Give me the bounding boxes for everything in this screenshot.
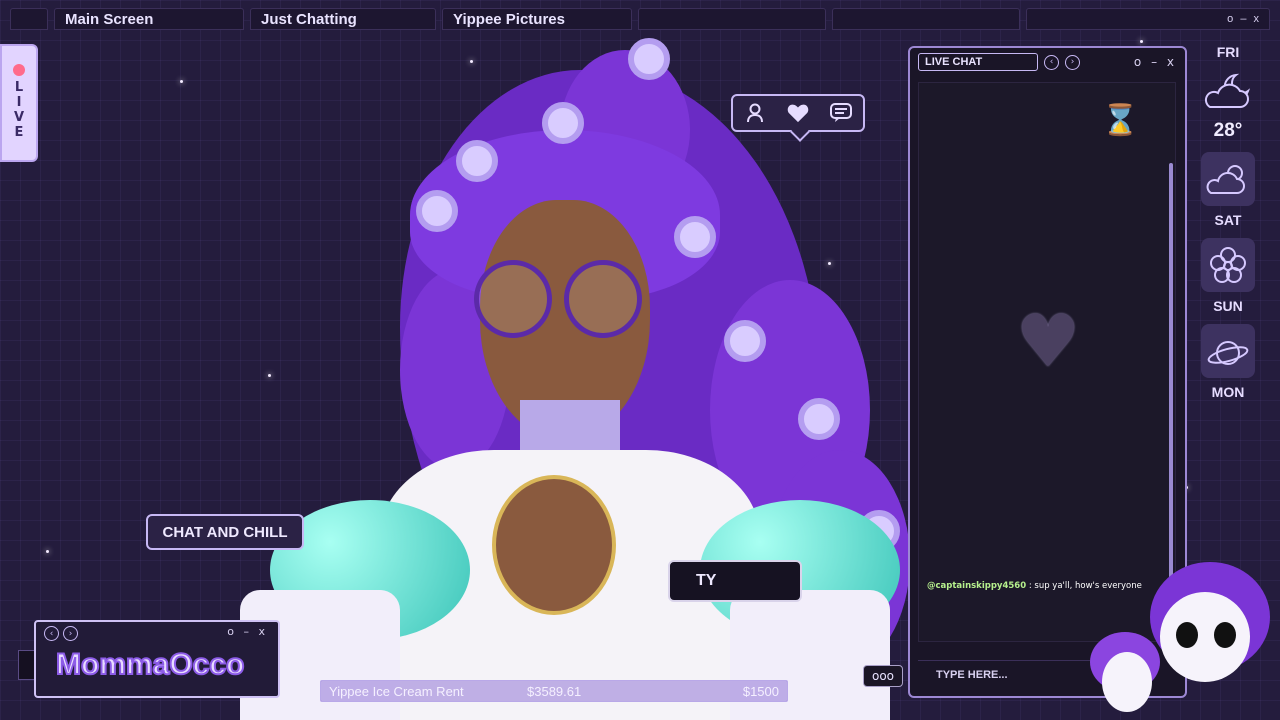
ty-bubble: TY — [668, 560, 802, 602]
chat-and-chill-bubble: CHAT AND CHILL — [146, 514, 304, 550]
weather-day-mon: MON — [1211, 384, 1245, 400]
tab-yippee-pictures[interactable]: Yippee Pictures — [442, 8, 632, 30]
heart-icon — [787, 102, 809, 124]
character-glasses-right — [564, 260, 642, 338]
live-chat-window-controls[interactable]: o – x — [1134, 55, 1177, 69]
chat-input[interactable]: TYPE HERE... — [918, 660, 1098, 688]
user-icon — [744, 102, 766, 124]
ty-label: TY — [696, 572, 717, 589]
character-glasses-left — [474, 260, 552, 338]
tentacle-sucker — [628, 38, 670, 80]
chat-message-user: @captainskippy4560 — [927, 581, 1027, 591]
mascot-small-face — [1102, 652, 1152, 712]
chat-bubble-icon — [830, 102, 853, 124]
weather-temperature: 28° — [1213, 120, 1243, 141]
star-decoration — [46, 550, 49, 553]
weather-day-today: FRI — [1216, 44, 1240, 60]
live-letter: I — [16, 95, 22, 110]
live-letter: E — [14, 125, 24, 140]
logo-window: ‹ › o – x MommaOcco — [34, 620, 280, 698]
chevron-right-icon[interactable]: › — [1065, 54, 1080, 70]
chevron-left-icon[interactable]: ‹ — [44, 626, 59, 641]
weather-day-sat: SAT — [1214, 212, 1242, 228]
tab-main-screen[interactable]: Main Screen — [54, 8, 244, 30]
tab-empty-2[interactable] — [832, 8, 1020, 30]
mascot-eye — [1214, 622, 1236, 648]
hourglass-icon: ⌛ — [1101, 103, 1139, 138]
tab-just-chatting[interactable]: Just Chatting — [250, 8, 436, 30]
tentacle-sucker — [724, 320, 766, 362]
channel-logo: MommaOcco — [55, 647, 245, 682]
chevron-left-icon[interactable]: ‹ — [1044, 54, 1059, 70]
tentacle-sucker — [456, 140, 498, 182]
flower-icon — [1201, 238, 1255, 292]
planet-icon — [1201, 324, 1255, 378]
more-options-button[interactable]: ooo — [863, 665, 903, 687]
tentacle-sucker — [798, 398, 840, 440]
donation-goal-bar: Yippee Ice Cream Rent $3589.61 $1500 — [320, 680, 788, 702]
weather-widget: FRI 28° SAT SUN MON — [1196, 44, 1260, 400]
chevron-right-icon[interactable]: › — [63, 626, 78, 641]
live-letter: L — [14, 80, 24, 95]
mascot-face — [1160, 592, 1250, 682]
tentacle-sucker — [674, 216, 716, 258]
star-decoration — [180, 80, 183, 83]
goal-current-amount: $3589.61 — [527, 683, 582, 699]
logo-window-controls[interactable]: o – x — [227, 625, 268, 638]
octopus-mascot — [1090, 552, 1280, 720]
weather-day-sun: SUN — [1213, 298, 1243, 314]
goal-name: Yippee Ice Cream Rent — [329, 683, 464, 699]
tab-empty-1[interactable] — [638, 8, 826, 30]
sun-cloud-icon — [1201, 152, 1255, 206]
live-chat-title: LIVE CHAT — [918, 53, 1038, 71]
chat-and-chill-label: CHAT AND CHILL — [162, 523, 288, 541]
heart-icon: ♥ — [1015, 299, 1081, 383]
star-decoration — [1140, 40, 1143, 43]
tentacle-sucker — [542, 102, 584, 144]
tentacle-sucker — [416, 190, 458, 232]
moon-cloud-icon — [1201, 64, 1255, 118]
character-keyhole — [492, 475, 616, 615]
logo-window-nav: ‹ › — [44, 626, 78, 641]
tab-empty-3[interactable]: o – x — [1026, 8, 1270, 30]
social-icons-box — [731, 94, 865, 132]
live-chat-header: LIVE CHAT ‹ › o – x — [910, 48, 1185, 76]
live-letter: V — [13, 110, 25, 125]
window-controls[interactable]: o – x — [1227, 13, 1269, 25]
scene-tab-bar: Main Screen Just Chatting Yippee Picture… — [10, 8, 1270, 32]
tab-blank-first[interactable] — [10, 8, 48, 30]
mascot-eye — [1176, 622, 1198, 648]
live-dot-icon — [13, 64, 25, 76]
live-indicator: L I V E — [0, 44, 38, 162]
goal-target-amount: $1500 — [742, 683, 779, 699]
